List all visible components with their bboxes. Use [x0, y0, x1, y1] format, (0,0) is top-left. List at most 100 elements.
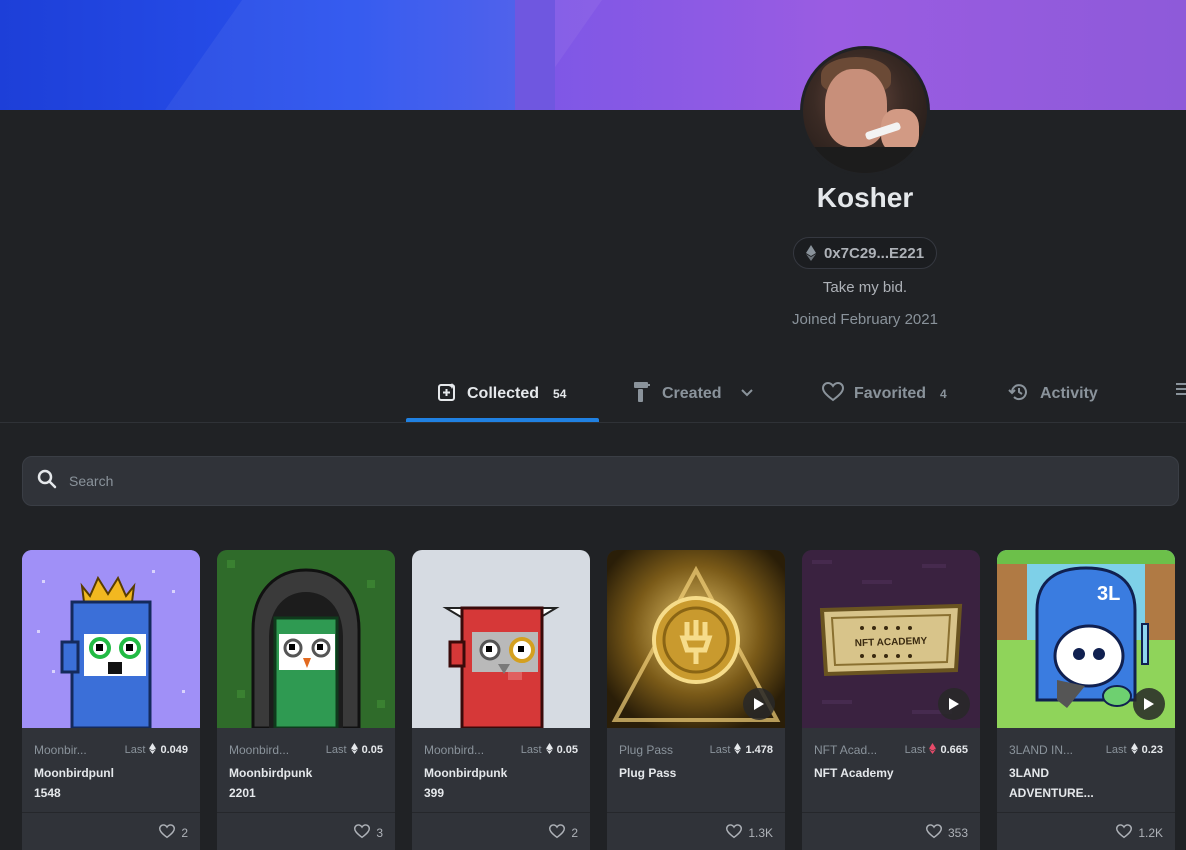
nft-collection-name[interactable]: NFT Acad... — [814, 743, 894, 757]
tab-created[interactable]: Created — [632, 365, 754, 423]
nft-title-line1: Plug Pass — [619, 766, 677, 780]
tab-collected-label: Collected — [467, 385, 540, 402]
active-tab-indicator — [406, 418, 599, 422]
history-icon — [1008, 381, 1030, 408]
ethereum-icon — [350, 743, 358, 757]
nft-card[interactable]: NFT ACADEMY NFT Acad... Last 0.665 NFT A… — [802, 550, 980, 850]
nft-image[interactable] — [412, 550, 590, 728]
profile-joined-date: Joined February 2021 — [792, 311, 938, 328]
tab-activity[interactable]: Activity — [1008, 365, 1098, 423]
wallet-address-text: 0x7C29...E221 — [823, 244, 925, 262]
nft-title: Plug Pass — [619, 763, 719, 783]
nft-title-line1: Moonbirdpunl — [34, 766, 114, 780]
heart-icon[interactable] — [925, 823, 942, 842]
last-price-label: Last — [904, 744, 926, 756]
last-price-label: Last — [124, 744, 146, 756]
last-price-label: Last — [709, 744, 731, 756]
like-count: 1.3K — [748, 825, 773, 840]
last-price-value: 0.23 — [1141, 744, 1163, 756]
tab-collected[interactable]: Collected 54 — [437, 365, 566, 423]
nft-card-footer: 353 — [802, 812, 980, 850]
nft-title: 3LAND ADVENTURE... — [1009, 763, 1109, 803]
play-button[interactable] — [938, 688, 970, 720]
ethereum-icon — [734, 743, 742, 757]
tab-activity-label: Activity — [1040, 385, 1098, 402]
profile-bio: Take my bid. — [822, 279, 908, 296]
last-price-value: 0.05 — [361, 744, 383, 756]
nft-card-footer: 2 — [412, 812, 590, 850]
heart-icon[interactable] — [549, 823, 566, 842]
nft-collection-name[interactable]: Plug Pass — [619, 743, 699, 757]
play-button[interactable] — [743, 688, 775, 720]
nft-info: Moonbir... Last 0.049 Moonbirdpunl 1548 — [22, 728, 200, 818]
nft-card-footer: 3 — [217, 812, 395, 850]
banner-frame — [515, 0, 555, 110]
avatar-photo — [803, 49, 927, 173]
nft-title-line1: Moonbirdpunk — [229, 766, 313, 780]
nft-title: NFT Academy — [814, 763, 914, 783]
paintbrush-icon — [632, 381, 652, 408]
play-button[interactable] — [1133, 688, 1165, 720]
nft-title: Moonbirdpunk 399 — [424, 763, 524, 803]
nft-card-footer: 1.3K — [607, 812, 785, 850]
ethereum-icon — [805, 245, 816, 261]
last-price-value: 0.05 — [556, 744, 578, 756]
nft-collection-name[interactable]: 3LAND IN... — [1009, 743, 1089, 757]
nft-collection-name[interactable]: Moonbird... — [229, 743, 309, 757]
nft-image[interactable]: 3L — [997, 550, 1175, 728]
heart-icon[interactable] — [354, 823, 371, 842]
nft-card-footer: 1.2K — [997, 812, 1175, 850]
last-price-label: Last — [325, 744, 347, 756]
like-count: 3 — [376, 825, 383, 840]
last-price-value: 1.478 — [745, 744, 773, 756]
like-count: 1.2K — [1138, 825, 1163, 840]
profile-tabs: Collected 54 Created Favorited 4 Activit… — [0, 365, 1186, 423]
last-price: Last 0.23 — [1106, 743, 1163, 757]
last-price-label: Last — [1105, 744, 1127, 756]
more-menu-icon[interactable] — [1176, 382, 1186, 396]
nft-title: Moonbirdpunk 2201 — [229, 763, 329, 803]
last-price-value: 0.049 — [160, 744, 188, 756]
profile-name: Kosher — [816, 182, 914, 213]
last-price-value: 0.665 — [940, 744, 968, 756]
weth-icon — [929, 743, 937, 757]
nft-title-line1: 3LAND — [1009, 766, 1050, 780]
nft-info: Plug Pass Last 1.478 Plug Pass — [607, 728, 785, 818]
profile-avatar[interactable] — [800, 46, 930, 176]
ethereum-icon — [545, 743, 553, 757]
nft-image[interactable] — [217, 550, 395, 728]
nft-title: Moonbirdpunl 1548 — [34, 763, 134, 803]
search-bar[interactable] — [22, 456, 1179, 506]
nft-card[interactable]: Moonbird... Last 0.05 Moonbirdpunk 2201 … — [217, 550, 395, 850]
nft-collection-name[interactable]: Moonbir... — [34, 743, 114, 757]
nft-collection-name[interactable]: Moonbird... — [424, 743, 504, 757]
nft-image[interactable] — [22, 550, 200, 728]
heart-icon[interactable] — [726, 823, 743, 842]
nft-card[interactable]: 3L 3LAND IN... Last 0.23 3LAND ADVENTURE… — [997, 550, 1175, 850]
nft-title-line2: ADVENTURE... — [1009, 786, 1094, 800]
tab-favorited[interactable]: Favorited 4 — [821, 365, 947, 423]
chevron-down-icon[interactable] — [740, 385, 754, 403]
last-price: Last 0.05 — [521, 743, 578, 757]
like-count: 353 — [947, 825, 968, 840]
last-price: Last 1.478 — [710, 743, 773, 757]
tab-created-label: Created — [662, 385, 722, 402]
nft-image[interactable] — [607, 550, 785, 728]
ethereum-icon — [149, 743, 157, 757]
nft-card[interactable]: Moonbir... Last 0.049 Moonbirdpunl 1548 … — [22, 550, 200, 850]
like-count: 2 — [181, 825, 188, 840]
heart-icon[interactable] — [1116, 823, 1133, 842]
tab-favorited-label: Favorited — [854, 385, 927, 402]
wallet-address-button[interactable]: 0x7C29...E221 — [793, 237, 937, 269]
search-input[interactable] — [69, 473, 969, 489]
last-price-label: Last — [520, 744, 542, 756]
nft-card-footer: 2 — [22, 812, 200, 850]
nft-card[interactable]: Plug Pass Last 1.478 Plug Pass 1.3K — [607, 550, 785, 850]
nft-title-line1: Moonbirdpunk — [424, 766, 508, 780]
tab-favorited-count: 4 — [940, 387, 947, 401]
nft-image[interactable]: NFT ACADEMY — [802, 550, 980, 728]
nft-title-line2: 2201 — [229, 786, 256, 800]
nft-card[interactable]: Moonbird... Last 0.05 Moonbirdpunk 399 2 — [412, 550, 590, 850]
nft-title-line2: 1548 — [34, 786, 61, 800]
heart-icon[interactable] — [159, 823, 176, 842]
